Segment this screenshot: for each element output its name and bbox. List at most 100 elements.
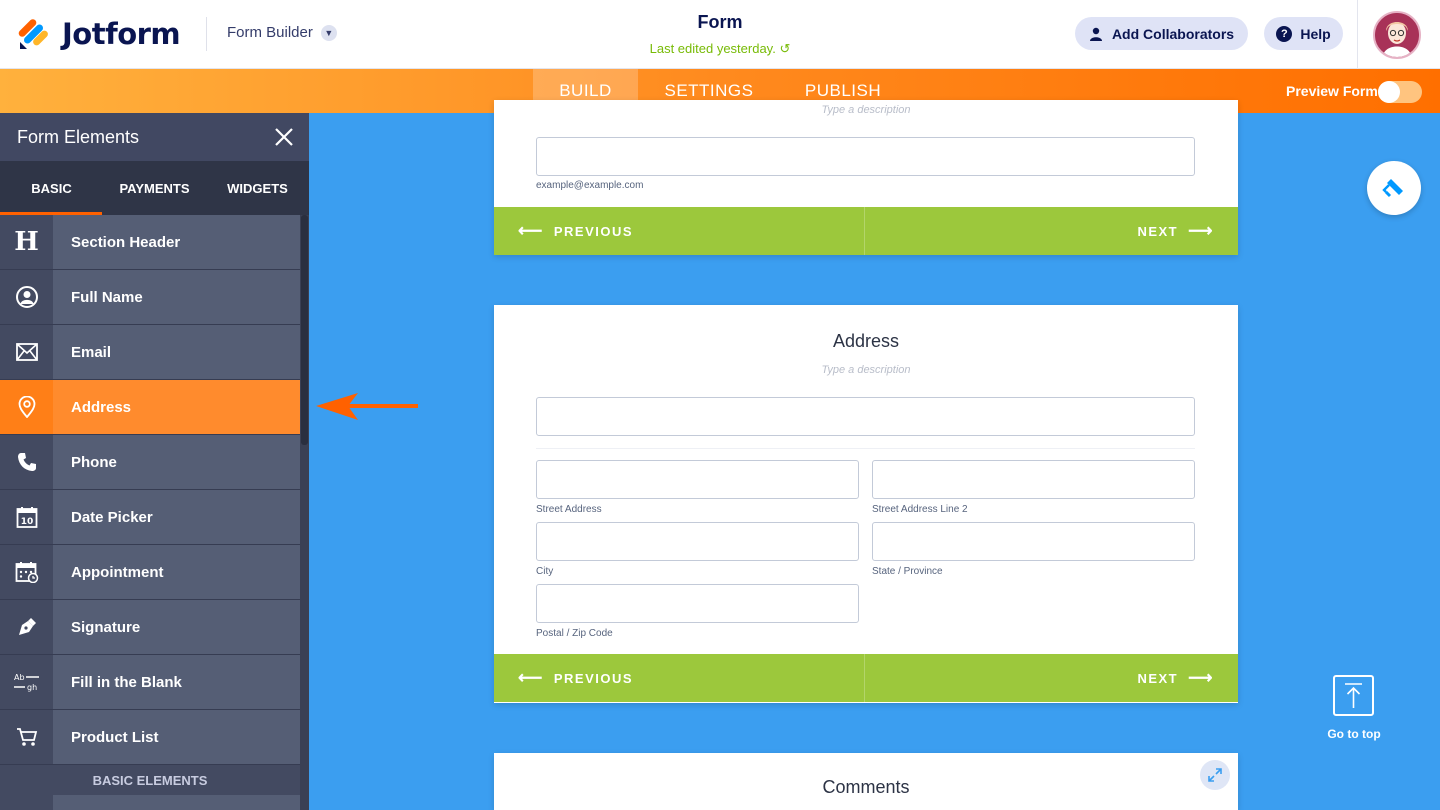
appointment-icon — [0, 545, 53, 599]
location-pin-icon — [0, 380, 53, 434]
last-edited-status[interactable]: Last edited yesterday. ↺ — [570, 41, 870, 57]
jotform-logo-icon — [18, 19, 48, 49]
top-bar: Jotform Form Builder ▼ Form Last edited … — [0, 0, 1440, 69]
toggle-knob — [1378, 81, 1400, 103]
form-title[interactable]: Form — [570, 12, 870, 33]
address-title[interactable]: Address — [494, 331, 1238, 352]
tab-widgets[interactable]: WIDGETS — [206, 161, 309, 215]
calendar-icon: 10 — [0, 490, 53, 544]
paint-roller-icon — [1382, 179, 1403, 198]
preview-form-label: Preview Form — [1286, 83, 1378, 99]
question-icon: ? — [1276, 25, 1293, 42]
page-navigation: ⟵ PREVIOUS NEXT ⟶ — [494, 207, 1238, 255]
divider — [536, 448, 1195, 449]
address-input[interactable] — [536, 397, 1195, 436]
description-placeholder[interactable]: Type a description — [494, 104, 1238, 116]
previous-button[interactable]: ⟵ PREVIOUS — [494, 654, 865, 702]
element-label: Signature — [71, 618, 141, 636]
form-builder-menu[interactable]: Form Builder ▼ — [227, 24, 337, 41]
element-fill-in-the-blank[interactable]: Ab gh Fill in the Blank — [0, 655, 300, 710]
comments-title[interactable]: Comments — [494, 777, 1238, 798]
user-icon — [0, 270, 53, 324]
email-input[interactable] — [536, 137, 1195, 176]
street-address-input[interactable] — [536, 460, 859, 499]
avatar[interactable] — [1373, 11, 1421, 59]
jotform-logo[interactable]: Jotform — [18, 17, 181, 51]
help-button[interactable]: ? Help — [1264, 17, 1343, 50]
add-collaborators-label: Add Collaborators — [1111, 25, 1235, 42]
arrow-right-icon: ⟶ — [1188, 668, 1214, 687]
postal-code-input[interactable] — [536, 584, 859, 623]
expand-icon[interactable] — [1200, 760, 1230, 790]
svg-text:gh: gh — [27, 683, 37, 692]
element-icon-partial — [0, 795, 53, 810]
arrow-annotation-icon — [316, 393, 418, 420]
scrollbar-thumb[interactable] — [301, 215, 308, 445]
state-province-input[interactable] — [872, 522, 1195, 561]
divider — [1357, 0, 1358, 69]
panel-scrollbar[interactable] — [300, 215, 309, 810]
next-label: NEXT — [1137, 223, 1179, 239]
element-signature[interactable]: Signature — [0, 600, 300, 655]
description-placeholder[interactable]: Type a description — [494, 364, 1238, 376]
svg-text:10: 10 — [20, 517, 33, 527]
element-label: Section Header — [71, 233, 181, 251]
element-full-name[interactable]: Full Name — [0, 270, 300, 325]
undo-icon: ↺ — [779, 41, 791, 56]
divider — [206, 17, 207, 51]
element-date-picker[interactable]: 10 Date Picker — [0, 490, 300, 545]
form-title-area: Form Last edited yesterday. ↺ — [570, 12, 870, 57]
preview-form-toggle[interactable] — [1378, 81, 1422, 103]
element-address[interactable]: Address — [0, 380, 300, 435]
tab-payments[interactable]: PAYMENTS — [103, 161, 206, 215]
city-input[interactable] — [536, 522, 859, 561]
last-edited-text: Last edited yesterday. — [649, 41, 776, 56]
arrow-left-icon: ⟵ — [518, 668, 544, 687]
element-list: H Section Header Full Name Email Address… — [0, 215, 300, 810]
arrow-up-icon — [1345, 683, 1362, 708]
element-email[interactable]: Email — [0, 325, 300, 380]
panel-tabs: BASIC PAYMENTS WIDGETS — [0, 161, 309, 215]
go-to-top-button[interactable] — [1333, 675, 1374, 716]
envelope-icon — [0, 325, 53, 379]
go-to-top-label: Go to top — [1327, 727, 1381, 741]
previous-label: PREVIOUS — [553, 670, 634, 686]
close-icon[interactable] — [273, 126, 295, 148]
form-designer-button[interactable] — [1367, 161, 1421, 215]
postal-code-sublabel: Postal / Zip Code — [536, 628, 613, 639]
tab-basic[interactable]: BASIC — [0, 161, 103, 215]
next-button[interactable]: NEXT ⟶ — [865, 654, 1238, 702]
element-label: Date Picker — [71, 508, 153, 526]
street-address-line2-sublabel: Street Address Line 2 — [872, 504, 968, 515]
next-label: NEXT — [1137, 670, 1179, 686]
brand-name: Jotform — [62, 17, 181, 51]
previous-label: PREVIOUS — [553, 223, 634, 239]
chevron-down-icon: ▼ — [320, 24, 337, 41]
form-elements-panel: Form Elements BASIC PAYMENTS WIDGETS H S… — [0, 113, 309, 810]
element-product-list[interactable]: Product List — [0, 710, 300, 765]
phone-icon — [0, 435, 53, 489]
user-icon — [1089, 27, 1102, 41]
page-navigation: ⟵ PREVIOUS NEXT ⟶ — [494, 654, 1238, 702]
pen-icon — [0, 600, 53, 654]
element-section-header[interactable]: H Section Header — [0, 215, 300, 270]
state-province-sublabel: State / Province — [872, 566, 943, 577]
email-field-card[interactable]: Type a description example@example.com ⟵… — [494, 100, 1238, 255]
element-label: Fill in the Blank — [71, 673, 182, 691]
element-partial[interactable] — [0, 795, 300, 810]
street-address-sublabel: Street Address — [536, 504, 602, 515]
next-button[interactable]: NEXT ⟶ — [865, 207, 1238, 255]
element-label: Product List — [71, 728, 159, 746]
comments-field-card[interactable]: Comments — [494, 753, 1238, 810]
add-collaborators-button[interactable]: Add Collaborators — [1075, 17, 1248, 50]
panel-title: Form Elements — [17, 126, 140, 147]
basic-elements-section-label: BASIC ELEMENTS — [0, 765, 300, 795]
previous-button[interactable]: ⟵ PREVIOUS — [494, 207, 865, 255]
element-appointment[interactable]: Appointment — [0, 545, 300, 600]
street-address-line2-input[interactable] — [872, 460, 1195, 499]
panel-header: Form Elements — [0, 113, 309, 161]
city-sublabel: City — [536, 566, 554, 577]
element-phone[interactable]: Phone — [0, 435, 300, 490]
address-field-card[interactable]: Address Type a description Street Addres… — [494, 305, 1238, 703]
help-label: Help — [1300, 25, 1331, 42]
